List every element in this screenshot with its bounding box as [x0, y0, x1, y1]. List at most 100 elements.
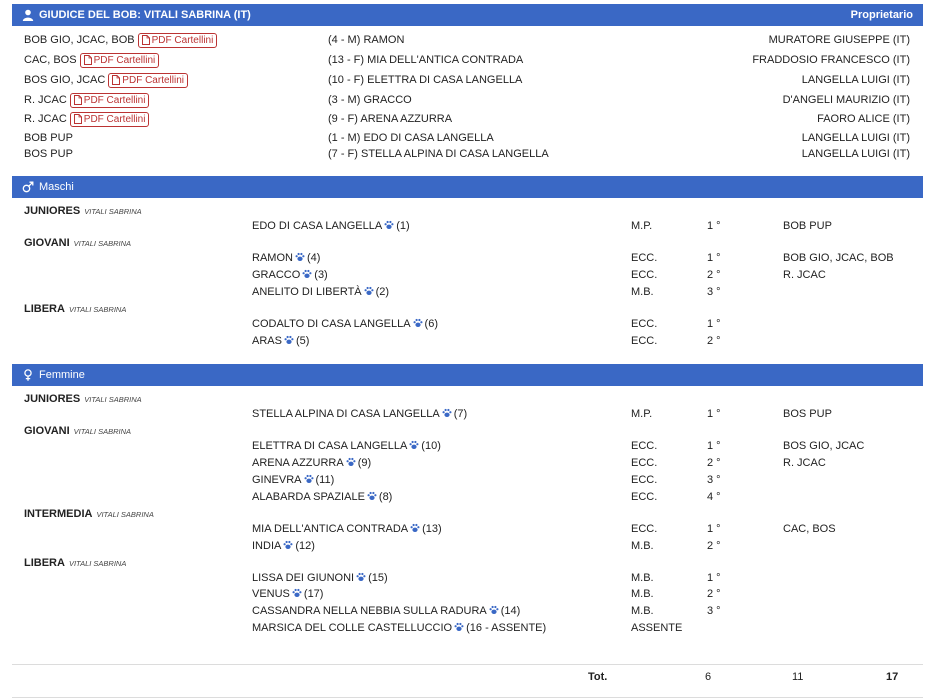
dog-name[interactable]: ANELITO DI LIBERTÀ	[252, 286, 362, 298]
placement: 1 °	[707, 408, 721, 420]
dog-entry: GINEVRA (11)	[252, 472, 334, 489]
grade: ASSENTE	[631, 622, 683, 634]
pdf-cartellini-button[interactable]: PDF Cartellini	[108, 72, 188, 88]
result-row: MIA DELL'ANTICA CONTRADA (13) ECC. 1 ° CAC, …	[12, 521, 923, 537]
placement: 2 °	[707, 269, 721, 281]
dog-name[interactable]: GINEVRA	[252, 474, 302, 486]
class-heading: GIOVANI VITALI SABRINA	[12, 235, 923, 251]
dog-name[interactable]: CASSANDRA NELLA NEBBIA SULLA RADURA	[252, 605, 487, 617]
dog-name[interactable]: MARSICA DEL COLLE CASTELLUCCIO	[252, 622, 452, 634]
dog-entry: CODALTO DI CASA LANGELLA (6)	[252, 316, 438, 333]
paw-icon[interactable]	[409, 439, 419, 455]
pdf-cartellini-button[interactable]: PDF Cartellini	[79, 52, 160, 68]
paw-icon[interactable]	[489, 604, 499, 620]
dog-name[interactable]: STELLA ALPINA DI CASA LANGELLA	[252, 408, 440, 420]
grade: M.B.	[631, 286, 654, 298]
pdf-cartellini-label: PDF Cartellini	[83, 94, 146, 106]
dog-entry: ALABARDA SPAZIALE (8)	[252, 489, 392, 506]
grade: ECC.	[631, 440, 658, 452]
paw-icon[interactable]	[283, 539, 293, 555]
pdf-file-icon	[83, 54, 94, 66]
dog-entry: INDIA (12)	[252, 538, 315, 555]
user-icon	[22, 9, 34, 21]
grade: M.B.	[631, 588, 654, 600]
paw-icon[interactable]	[367, 490, 377, 506]
placement: 3 °	[707, 605, 721, 617]
grade: ECC.	[631, 523, 658, 535]
paw-icon[interactable]	[413, 317, 423, 333]
catalog-number: (1)	[396, 220, 410, 232]
section-header-males: Maschi	[12, 176, 923, 198]
catalog-number: (2)	[375, 286, 390, 298]
grade: ECC.	[631, 491, 658, 503]
paw-icon[interactable]	[410, 522, 420, 538]
paw-icon[interactable]	[454, 621, 464, 637]
paw-icon[interactable]	[356, 571, 366, 587]
result-row: EDO DI CASA LANGELLA (1) M.P. 1 ° BOB PUP	[12, 218, 923, 234]
bob-owner: LANGELLA LUIGI (IT)	[801, 148, 910, 160]
grade: M.B.	[631, 572, 654, 584]
dog-name[interactable]: MIA DELL'ANTICA CONTRADA	[252, 523, 408, 535]
paw-icon[interactable]	[346, 456, 356, 472]
dog-name[interactable]: RAMON	[252, 252, 293, 264]
paw-icon[interactable]	[292, 587, 302, 603]
dog-name[interactable]: VENUS	[252, 588, 290, 600]
award: R. JCAC	[783, 457, 826, 469]
grade: M.P.	[631, 408, 653, 420]
bob-awards-text: R. JCAC	[24, 113, 67, 125]
paw-icon[interactable]	[304, 473, 314, 489]
bob-awards: BOB PUP	[24, 130, 73, 146]
dog-name[interactable]: ELETTRA DI CASA LANGELLA	[252, 440, 407, 452]
paw-icon[interactable]	[295, 251, 305, 267]
bob-awards-text: BOB GIO, JCAC, BOB	[24, 34, 135, 46]
dog-name[interactable]: ARENA AZZURRA	[252, 457, 344, 469]
dog-entry: ARAS (5)	[252, 333, 309, 350]
catalog-number: (8)	[378, 491, 393, 503]
owner-column-label: Proprietario	[850, 9, 913, 21]
female-icon	[22, 369, 34, 381]
totals-label: Tot.	[588, 671, 608, 683]
catalog-number: (14)	[500, 605, 521, 617]
placement: 2 °	[707, 588, 721, 600]
catalog-number: (15)	[368, 572, 388, 584]
totals-divider	[12, 664, 923, 665]
dog-name[interactable]: ARAS	[252, 335, 282, 347]
bob-dog: (9 - F) ARENA AZZURRA	[328, 113, 453, 125]
dog-name[interactable]: LISSA DEI GIUNONI	[252, 572, 354, 584]
pdf-cartellini-button[interactable]: PDF Cartellini	[137, 32, 218, 48]
pdf-file-icon	[112, 74, 122, 86]
judge-header: GIUDICE DEL BOB: VITALI SABRINA (IT) Pro…	[12, 4, 923, 26]
dog-name[interactable]: ALABARDA SPAZIALE	[252, 491, 365, 503]
class-name-text: JUNIORES	[24, 393, 81, 405]
result-row: ELETTRA DI CASA LANGELLA (10) ECC. 1 ° BOS G…	[12, 438, 923, 454]
bob-awards: BOS GIO, JCAC PDF Cartellini	[24, 72, 188, 88]
paw-icon[interactable]	[384, 219, 394, 235]
bob-row: BOS GIO, JCAC PDF Cartellini (10 - F) ELET…	[12, 72, 923, 88]
dog-name[interactable]: INDIA	[252, 540, 281, 552]
dog-entry: GRACCO (3)	[252, 267, 328, 284]
dog-entry: RAMON (4)	[252, 250, 320, 267]
result-row: ANELITO DI LIBERTÀ (2) M.B. 3 °	[12, 284, 923, 300]
pdf-cartellini-button[interactable]: PDF Cartellini	[69, 92, 150, 108]
class-judge: VITALI SABRINA	[73, 427, 132, 436]
pdf-cartellini-label: PDF Cartellini	[93, 54, 156, 66]
pdf-cartellini-button[interactable]: PDF Cartellini	[69, 111, 150, 127]
placement: 1 °	[707, 440, 721, 452]
class-heading: LIBERA VITALI SABRINA	[12, 301, 923, 317]
dog-name[interactable]: GRACCO	[252, 269, 300, 281]
bob-dog: (7 - F) STELLA ALPINA DI CASA LANGELLA	[328, 148, 549, 160]
catalog-number: (12)	[295, 540, 315, 552]
bob-awards-text: BOS PUP	[24, 148, 73, 160]
paw-icon[interactable]	[302, 268, 312, 284]
class-heading: JUNIORES VITALI SABRINA	[12, 203, 923, 219]
grade: ECC.	[631, 335, 658, 347]
result-row: LISSA DEI GIUNONI (15) M.B. 1 °	[12, 570, 923, 586]
bob-row: BOB PUP (1 - M) EDO DI CASA LANGELLA LANGE…	[12, 130, 923, 146]
bob-row: R. JCAC PDF Cartellini (9 - F) ARENA AZZUR…	[12, 111, 923, 127]
dog-name[interactable]: EDO DI CASA LANGELLA	[252, 220, 382, 232]
paw-icon[interactable]	[364, 285, 374, 301]
paw-icon[interactable]	[442, 407, 452, 423]
paw-icon[interactable]	[284, 334, 294, 350]
grade: ECC.	[631, 318, 658, 330]
dog-name[interactable]: CODALTO DI CASA LANGELLA	[252, 318, 411, 330]
